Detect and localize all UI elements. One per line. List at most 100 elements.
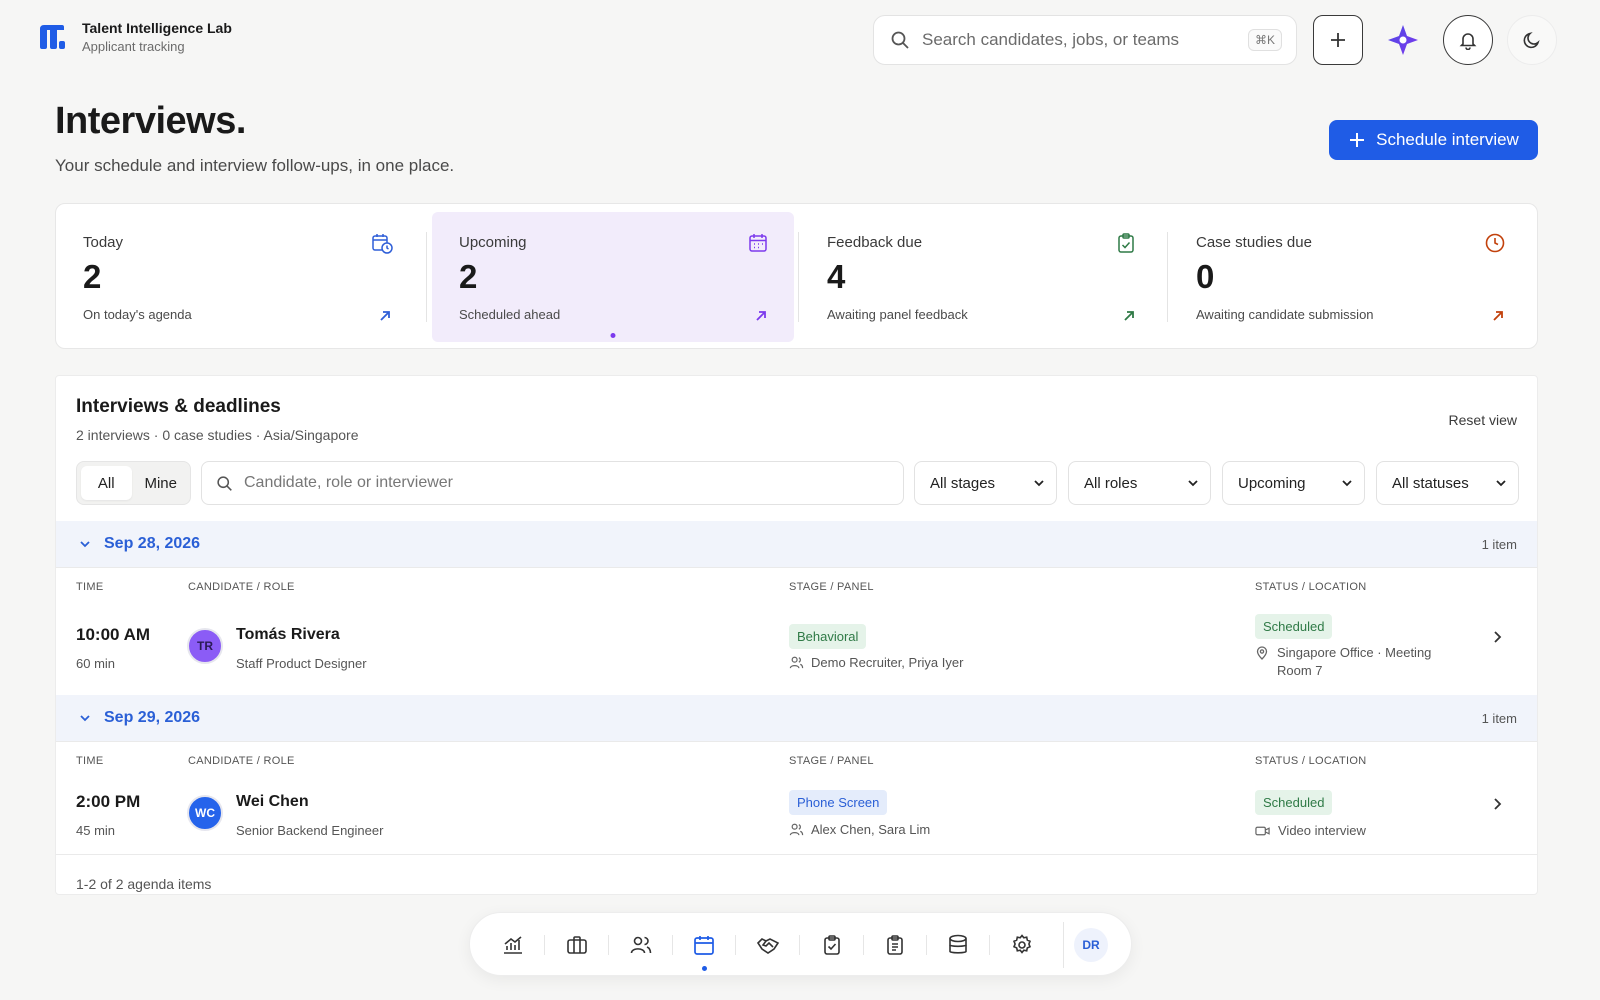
- segment-mine[interactable]: Mine: [136, 466, 187, 500]
- global-search[interactable]: Search candidates, jobs, or teams ⌘K: [873, 15, 1297, 65]
- group-count: 1 item: [1481, 536, 1517, 552]
- row-duration: 45 min: [76, 823, 116, 838]
- stat-label: Upcoming: [459, 234, 527, 251]
- status-badge: Scheduled: [1255, 790, 1333, 815]
- chevron-right-icon[interactable]: [1489, 796, 1505, 812]
- stat-card-upcoming[interactable]: Upcoming 2 Scheduled ahead: [432, 212, 794, 342]
- nav-jobs[interactable]: [561, 929, 593, 961]
- panel-names: Alex Chen, Sara Lim: [811, 822, 931, 837]
- arrow-up-right-icon: [1124, 311, 1134, 321]
- add-button[interactable]: [1313, 15, 1363, 65]
- stage-badge: Behavioral: [789, 624, 867, 649]
- shortcut-hint: ⌘K: [1247, 29, 1282, 51]
- status-select-value: All statuses: [1392, 474, 1469, 492]
- ai-assistant-button[interactable]: [1378, 15, 1428, 65]
- segment-all[interactable]: All: [81, 466, 132, 500]
- divider: [608, 935, 609, 955]
- search-input[interactable]: Search candidates, jobs, or teams: [922, 30, 1248, 50]
- calendar-icon: [749, 234, 767, 252]
- users-icon: [789, 823, 804, 836]
- analytics-icon: [504, 936, 522, 954]
- stat-card-case-studies-due[interactable]: Case studies due 0 Awaiting candidate su…: [1169, 212, 1531, 342]
- status-select[interactable]: All statuses: [1376, 461, 1519, 505]
- logo-icon: [40, 25, 65, 49]
- active-indicator: [610, 333, 616, 338]
- active-indicator: [702, 966, 707, 971]
- chevron-right-icon[interactable]: [1489, 629, 1505, 645]
- notifications-button[interactable]: [1443, 15, 1493, 65]
- divider: [735, 935, 736, 955]
- filter-search-input[interactable]: Candidate, role or interviewer: [201, 461, 904, 505]
- candidate-role: Staff Product Designer: [236, 656, 367, 671]
- chevron-down-icon: [1496, 480, 1506, 487]
- divider: [799, 935, 800, 955]
- stat-card-feedback-due[interactable]: Feedback due 4 Awaiting panel feedback: [800, 212, 1162, 342]
- divider: [989, 935, 990, 955]
- filter-search-placeholder: Candidate, role or interviewer: [244, 474, 453, 491]
- arrow-up-right-icon: [756, 311, 766, 321]
- clock-icon: [1485, 233, 1505, 253]
- brand[interactable]: Talent Intelligence Lab Applicant tracki…: [36, 20, 232, 54]
- divider: [863, 935, 864, 955]
- database-icon: [949, 934, 967, 954]
- timeframe-select[interactable]: Upcoming: [1222, 461, 1365, 505]
- stat-foot: On today's agenda: [83, 307, 192, 322]
- page-subtitle: Your schedule and interview follow-ups, …: [55, 156, 455, 175]
- nav-analytics[interactable]: [497, 929, 529, 961]
- schedule-interview-button[interactable]: Schedule interview: [1329, 120, 1538, 160]
- candidate-name[interactable]: Wei Chen: [236, 793, 309, 811]
- nav-interviews[interactable]: [688, 929, 720, 961]
- chevron-down-icon: [1034, 480, 1044, 487]
- app-name: Talent Intelligence Lab: [82, 20, 232, 36]
- plus-icon: [1350, 133, 1365, 147]
- divider: [1063, 922, 1064, 968]
- location-text: Video interview: [1278, 823, 1366, 838]
- nav-forms[interactable]: [879, 929, 911, 961]
- theme-toggle[interactable]: [1507, 15, 1557, 65]
- reset-view-button[interactable]: Reset view: [1449, 412, 1517, 428]
- pagination-summary: 1-2 of 2 agenda items: [76, 876, 212, 892]
- stat-value: 0: [1196, 258, 1215, 295]
- arrow-up-right-icon: [380, 311, 390, 321]
- chevron-down-icon: [1342, 480, 1352, 487]
- nav-offers[interactable]: [752, 929, 784, 961]
- users-icon: [789, 656, 804, 669]
- panel-members: Demo Recruiter, Priya Iyer: [789, 655, 963, 670]
- stat-card-today[interactable]: Today 2 On today's agenda: [56, 212, 418, 342]
- divider: [426, 232, 427, 322]
- stat-foot: Awaiting panel feedback: [827, 307, 968, 322]
- group-count: 1 item: [1481, 710, 1517, 726]
- role-select[interactable]: All roles: [1068, 461, 1211, 505]
- column-header-time: TIME: [76, 755, 104, 767]
- bottom-nav: DR: [469, 912, 1132, 976]
- clipboard-check-icon: [1118, 233, 1134, 253]
- column-header-candidate: CANDIDATE / ROLE: [188, 755, 295, 767]
- plus-icon: [1331, 33, 1345, 47]
- nav-candidates[interactable]: [625, 929, 657, 961]
- nav-database[interactable]: [942, 929, 974, 961]
- stat-label: Feedback due: [827, 234, 923, 251]
- owner-toggle: All Mine: [76, 461, 191, 505]
- stats-bar: Today 2 On today's agenda Upcoming 2 Sch…: [55, 203, 1538, 349]
- moon-icon: [1523, 32, 1540, 49]
- user-avatar[interactable]: DR: [1074, 928, 1108, 962]
- stage-badge: Phone Screen: [789, 790, 888, 815]
- candidate-name[interactable]: Tomás Rivera: [236, 626, 340, 644]
- column-header-stage: STAGE / PANEL: [789, 755, 874, 767]
- nav-settings[interactable]: [1006, 929, 1038, 961]
- location-text: Singapore Office · Meeting Room 7: [1277, 645, 1432, 678]
- stage-select[interactable]: All stages: [914, 461, 1057, 505]
- column-header-stage: STAGE / PANEL: [789, 581, 874, 593]
- search-icon: [891, 31, 909, 49]
- chevron-down-icon: [80, 541, 90, 548]
- avatar: TR: [187, 628, 223, 664]
- date-group-header[interactable]: Sep 28, 2026 1 item: [56, 521, 1537, 567]
- handshake-icon: [756, 938, 780, 954]
- divider: [1167, 232, 1168, 322]
- nav-tasks[interactable]: [816, 929, 848, 961]
- date-group-header[interactable]: Sep 29, 2026 1 item: [56, 695, 1537, 741]
- stat-value: 2: [83, 258, 102, 295]
- chevron-down-icon: [80, 715, 90, 722]
- row-time: 10:00 AM: [76, 625, 151, 644]
- gear-icon: [1012, 934, 1032, 954]
